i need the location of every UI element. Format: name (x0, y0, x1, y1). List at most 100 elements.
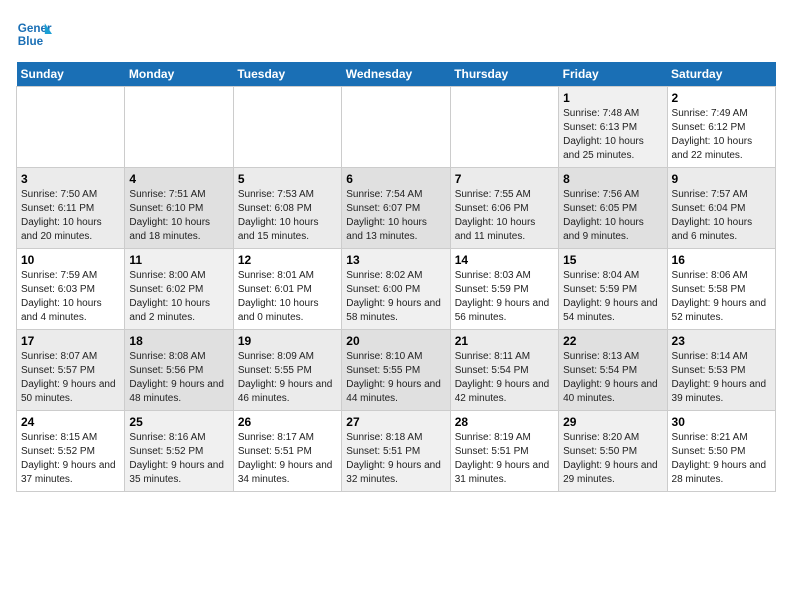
calendar-cell: 1 Sunrise: 7:48 AM Sunset: 6:13 PM Daylig… (559, 87, 667, 168)
calendar-week-5: 24 Sunrise: 8:15 AM Sunset: 5:52 PM Dayli… (17, 411, 776, 492)
page-header: General Blue (16, 16, 776, 52)
calendar-cell: 23 Sunrise: 8:14 AM Sunset: 5:53 PM Dayli… (667, 330, 775, 411)
day-info: Sunrise: 7:51 AM Sunset: 6:10 PM Dayligh… (129, 188, 228, 244)
header-monday: Monday (125, 62, 233, 87)
day-info: Sunrise: 7:54 AM Sunset: 6:07 PM Dayligh… (346, 188, 445, 244)
day-info: Sunrise: 8:08 AM Sunset: 5:56 PM Dayligh… (129, 350, 228, 406)
calendar-cell: 26 Sunrise: 8:17 AM Sunset: 5:51 PM Dayli… (233, 411, 341, 492)
day-number: 24 (21, 415, 120, 429)
day-info: Sunrise: 7:53 AM Sunset: 6:08 PM Dayligh… (238, 188, 337, 244)
day-number: 20 (346, 334, 445, 348)
calendar-cell: 6 Sunrise: 7:54 AM Sunset: 6:07 PM Daylig… (342, 168, 450, 249)
calendar-cell: 17 Sunrise: 8:07 AM Sunset: 5:57 PM Dayli… (17, 330, 125, 411)
day-info: Sunrise: 7:49 AM Sunset: 6:12 PM Dayligh… (672, 107, 771, 163)
day-number: 13 (346, 253, 445, 267)
header-wednesday: Wednesday (342, 62, 450, 87)
calendar-cell: 28Sunrise: 8:19 AM Sunset: 5:51 PM Dayli… (450, 411, 558, 492)
day-number: 1 (563, 91, 662, 105)
calendar-cell: 18 Sunrise: 8:08 AM Sunset: 5:56 PM Dayli… (125, 330, 233, 411)
day-number: 21 (455, 334, 554, 348)
day-number: 23 (672, 334, 771, 348)
calendar-cell (125, 87, 233, 168)
calendar-cell (450, 87, 558, 168)
day-info: Sunrise: 8:10 AM Sunset: 5:55 PM Dayligh… (346, 350, 445, 406)
calendar-cell: 7 Sunrise: 7:55 AM Sunset: 6:06 PM Daylig… (450, 168, 558, 249)
day-number: 30 (672, 415, 771, 429)
calendar-cell: 29Sunrise: 8:20 AM Sunset: 5:50 PM Dayli… (559, 411, 667, 492)
day-info: Sunrise: 8:02 AM Sunset: 6:00 PM Dayligh… (346, 269, 445, 325)
day-number: 17 (21, 334, 120, 348)
calendar-cell: 3 Sunrise: 7:50 AM Sunset: 6:11 PM Daylig… (17, 168, 125, 249)
calendar-week-1: 1 Sunrise: 7:48 AM Sunset: 6:13 PM Daylig… (17, 87, 776, 168)
day-info: Sunrise: 7:59 AM Sunset: 6:03 PM Dayligh… (21, 269, 120, 325)
header-sunday: Sunday (17, 62, 125, 87)
calendar-cell: 16 Sunrise: 8:06 AM Sunset: 5:58 PM Dayli… (667, 249, 775, 330)
day-info: Sunrise: 8:20 AM Sunset: 5:50 PM Dayligh… (563, 431, 662, 487)
svg-text:Blue: Blue (18, 35, 44, 48)
day-number: 27 (346, 415, 445, 429)
calendar-cell (233, 87, 341, 168)
day-info: Sunrise: 7:48 AM Sunset: 6:13 PM Dayligh… (563, 107, 662, 163)
day-info: Sunrise: 8:01 AM Sunset: 6:01 PM Dayligh… (238, 269, 337, 325)
calendar-cell: 11 Sunrise: 8:00 AM Sunset: 6:02 PM Dayli… (125, 249, 233, 330)
day-info: Sunrise: 8:21 AM Sunset: 5:50 PM Dayligh… (672, 431, 771, 487)
day-number: 10 (21, 253, 120, 267)
day-info: Sunrise: 7:56 AM Sunset: 6:05 PM Dayligh… (563, 188, 662, 244)
day-number: 19 (238, 334, 337, 348)
header-thursday: Thursday (450, 62, 558, 87)
day-info: Sunrise: 8:07 AM Sunset: 5:57 PM Dayligh… (21, 350, 120, 406)
calendar-week-4: 17 Sunrise: 8:07 AM Sunset: 5:57 PM Dayli… (17, 330, 776, 411)
day-number: 26 (238, 415, 337, 429)
logo: General Blue (16, 16, 52, 52)
day-number: 7 (455, 172, 554, 186)
calendar-cell: 10 Sunrise: 7:59 AM Sunset: 6:03 PM Dayli… (17, 249, 125, 330)
day-info: Sunrise: 8:00 AM Sunset: 6:02 PM Dayligh… (129, 269, 228, 325)
calendar-cell: 12Sunrise: 8:01 AM Sunset: 6:01 PM Dayli… (233, 249, 341, 330)
day-number: 3 (21, 172, 120, 186)
day-info: Sunrise: 8:18 AM Sunset: 5:51 PM Dayligh… (346, 431, 445, 487)
calendar-cell: 9 Sunrise: 7:57 AM Sunset: 6:04 PM Daylig… (667, 168, 775, 249)
header-saturday: Saturday (667, 62, 775, 87)
day-number: 9 (672, 172, 771, 186)
day-number: 15 (563, 253, 662, 267)
calendar-cell: 5Sunrise: 7:53 AM Sunset: 6:08 PM Daylig… (233, 168, 341, 249)
calendar-week-3: 10 Sunrise: 7:59 AM Sunset: 6:03 PM Dayli… (17, 249, 776, 330)
day-info: Sunrise: 8:17 AM Sunset: 5:51 PM Dayligh… (238, 431, 337, 487)
day-info: Sunrise: 8:06 AM Sunset: 5:58 PM Dayligh… (672, 269, 771, 325)
day-number: 11 (129, 253, 228, 267)
day-number: 8 (563, 172, 662, 186)
day-number: 22 (563, 334, 662, 348)
calendar-header-row: SundayMondayTuesdayWednesdayThursdayFrid… (17, 62, 776, 87)
calendar-cell: 25 Sunrise: 8:16 AM Sunset: 5:52 PM Dayli… (125, 411, 233, 492)
calendar-table: SundayMondayTuesdayWednesdayThursdayFrid… (16, 62, 776, 492)
day-number: 28 (455, 415, 554, 429)
calendar-cell: 19 Sunrise: 8:09 AM Sunset: 5:55 PM Dayli… (233, 330, 341, 411)
calendar-cell: 15Sunrise: 8:04 AM Sunset: 5:59 PM Dayli… (559, 249, 667, 330)
calendar-cell: 2 Sunrise: 7:49 AM Sunset: 6:12 PM Daylig… (667, 87, 775, 168)
day-number: 16 (672, 253, 771, 267)
day-info: Sunrise: 7:50 AM Sunset: 6:11 PM Dayligh… (21, 188, 120, 244)
calendar-cell: 8 Sunrise: 7:56 AM Sunset: 6:05 PM Daylig… (559, 168, 667, 249)
day-info: Sunrise: 7:57 AM Sunset: 6:04 PM Dayligh… (672, 188, 771, 244)
day-info: Sunrise: 8:09 AM Sunset: 5:55 PM Dayligh… (238, 350, 337, 406)
day-number: 6 (346, 172, 445, 186)
day-info: Sunrise: 7:55 AM Sunset: 6:06 PM Dayligh… (455, 188, 554, 244)
day-number: 4 (129, 172, 228, 186)
day-number: 25 (129, 415, 228, 429)
day-info: Sunrise: 8:11 AM Sunset: 5:54 PM Dayligh… (455, 350, 554, 406)
day-info: Sunrise: 8:13 AM Sunset: 5:54 PM Dayligh… (563, 350, 662, 406)
day-number: 18 (129, 334, 228, 348)
calendar-cell: 21 Sunrise: 8:11 AM Sunset: 5:54 PM Dayli… (450, 330, 558, 411)
day-info: Sunrise: 8:14 AM Sunset: 5:53 PM Dayligh… (672, 350, 771, 406)
logo-icon: General Blue (16, 16, 52, 52)
day-number: 2 (672, 91, 771, 105)
calendar-cell (342, 87, 450, 168)
header-tuesday: Tuesday (233, 62, 341, 87)
day-info: Sunrise: 8:16 AM Sunset: 5:52 PM Dayligh… (129, 431, 228, 487)
calendar-cell: 22 Sunrise: 8:13 AM Sunset: 5:54 PM Dayli… (559, 330, 667, 411)
calendar-cell: 4 Sunrise: 7:51 AM Sunset: 6:10 PM Daylig… (125, 168, 233, 249)
calendar-cell: 30 Sunrise: 8:21 AM Sunset: 5:50 PM Dayli… (667, 411, 775, 492)
header-friday: Friday (559, 62, 667, 87)
day-info: Sunrise: 8:15 AM Sunset: 5:52 PM Dayligh… (21, 431, 120, 487)
calendar-cell: 27 Sunrise: 8:18 AM Sunset: 5:51 PM Dayli… (342, 411, 450, 492)
